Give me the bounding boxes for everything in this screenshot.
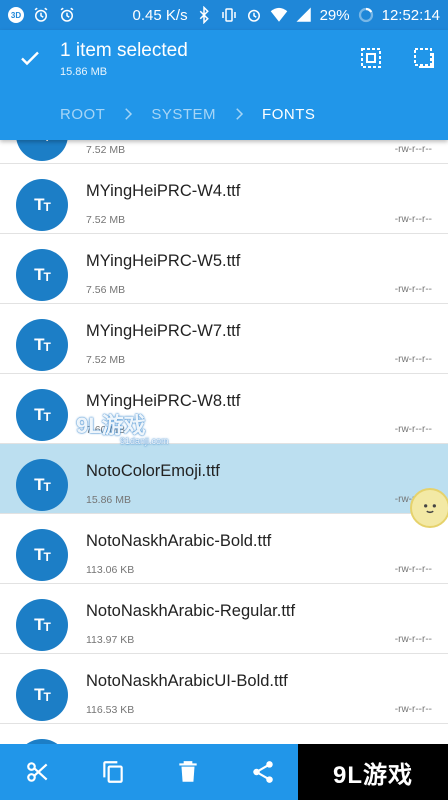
file-list: TT 7.52 MB -rw-r--r-- TT MYingHeiPRC-W4.… xyxy=(0,94,448,794)
select-all-button[interactable] xyxy=(357,44,385,72)
delete-button[interactable] xyxy=(150,744,225,800)
file-name: NotoNaskhArabic-Regular.ttf xyxy=(86,602,296,620)
file-row[interactable]: TT MYingHeiPRC-W5.ttf 7.56 MB -rw-r--r-- xyxy=(0,234,448,304)
watermark-site: 91danji.com xyxy=(120,436,169,446)
file-size: 116.53 KB xyxy=(86,704,135,716)
cut-button[interactable] xyxy=(0,744,75,800)
chevron-right-icon xyxy=(224,104,254,124)
file-row[interactable]: TT NotoNaskhArabic-Bold.ttf 113.06 KB -r… xyxy=(0,514,448,584)
3d-badge-icon: 3D xyxy=(8,7,24,23)
bluetooth-icon xyxy=(195,6,213,24)
file-permissions: -rw-r--r-- xyxy=(394,354,432,365)
font-file-icon: TT xyxy=(16,179,68,231)
cut-icon xyxy=(26,762,47,782)
font-file-icon: TT xyxy=(16,669,68,721)
font-file-icon: TT xyxy=(16,389,68,441)
select-all-icon xyxy=(361,48,381,68)
file-row[interactable]: TT MYingHeiPRC-W8.ttf 7.60 MB -rw-r--r-- xyxy=(0,374,448,444)
share-button[interactable] xyxy=(225,744,300,800)
bottom-action-bar: 9L游戏 xyxy=(0,744,448,800)
battery-ring-icon xyxy=(357,6,375,24)
file-permissions: -rw-r--r-- xyxy=(394,144,432,155)
watermark-logo-box: 9L游戏 xyxy=(298,744,448,800)
file-permissions: -rw-r--r-- xyxy=(394,284,432,295)
file-size: 7.52 MB xyxy=(86,144,126,156)
vibrate-icon xyxy=(220,6,238,24)
file-size: 113.97 KB xyxy=(86,634,135,646)
file-name: NotoColorEmoji.ttf xyxy=(86,462,220,480)
file-row[interactable]: TT NotoNaskhArabic-Regular.ttf 113.97 KB… xyxy=(0,584,448,654)
chevron-right-icon xyxy=(113,104,143,124)
breadcrumb-root[interactable]: ROOT xyxy=(60,106,105,123)
file-size: 113.06 KB xyxy=(86,564,135,576)
font-file-icon: TT xyxy=(16,599,68,651)
file-name: NotoNaskhArabic-Bold.ttf xyxy=(86,532,272,550)
share-icon xyxy=(252,761,273,783)
file-row-selected[interactable]: TT NotoColorEmoji.ttf 15.86 MB -rw-r--r-… xyxy=(0,444,448,514)
alarm-icon xyxy=(32,6,50,24)
copy-icon xyxy=(102,761,123,783)
file-permissions: -rw-r--r-- xyxy=(394,214,432,225)
wifi-icon xyxy=(270,6,288,24)
file-permissions: -rw-r--r-- xyxy=(394,424,432,435)
network-speed: 0.45 K/s xyxy=(132,6,188,24)
file-row[interactable]: TT MYingHeiPRC-W7.ttf 7.52 MB -rw-r--r-- xyxy=(0,304,448,374)
selection-action-bar: 1 item selected 15.86 MB ROOT SYSTEM FON… xyxy=(0,30,448,140)
font-file-icon: TT xyxy=(16,249,68,301)
clock: 12:52:14 xyxy=(381,6,440,24)
font-file-icon: TT xyxy=(16,459,68,511)
file-name: MYingHeiPRC-W4.ttf xyxy=(86,182,241,200)
floating-assistant-icon[interactable] xyxy=(410,488,448,528)
file-permissions: -rw-r--r-- xyxy=(394,634,432,645)
delete-icon xyxy=(178,761,197,782)
file-name: MYingHeiPRC-W7.ttf xyxy=(86,322,241,340)
status-bar: 3D 0.45 K/s 29% 12:52:14 xyxy=(0,0,448,30)
file-size: 7.56 MB xyxy=(86,284,126,296)
breadcrumb: ROOT SYSTEM FONTS xyxy=(60,104,315,124)
file-name: NotoNaskhArabicUI-Bold.ttf xyxy=(86,672,288,690)
breadcrumb-system[interactable]: SYSTEM xyxy=(151,106,216,123)
file-size: 15.86 MB xyxy=(86,494,131,506)
breadcrumb-fonts[interactable]: FONTS xyxy=(262,106,315,123)
font-file-icon: TT xyxy=(16,529,68,581)
selection-title: 1 item selected xyxy=(60,40,188,61)
alarm-icon xyxy=(245,6,263,24)
file-permissions: -rw-r--r-- xyxy=(394,564,432,575)
alarm-icon xyxy=(58,6,76,24)
watermark-logo: 9L游戏 91danji.com xyxy=(76,408,169,446)
file-name: MYingHeiPRC-W5.ttf xyxy=(86,252,241,270)
select-inverse-icon xyxy=(414,48,434,68)
copy-button[interactable] xyxy=(75,744,150,800)
watermark-logo-text: 9L游戏 xyxy=(76,413,146,438)
signal-icon xyxy=(295,6,313,24)
watermark-logo-text: 9L游戏 xyxy=(332,761,413,789)
file-row[interactable]: TT NotoNaskhArabicUI-Bold.ttf 116.53 KB … xyxy=(0,654,448,724)
selection-size: 15.86 MB xyxy=(60,66,108,78)
done-check-button[interactable] xyxy=(16,44,44,72)
file-size: 7.52 MB xyxy=(86,354,126,366)
font-file-icon: TT xyxy=(16,319,68,371)
file-permissions: -rw-r--r-- xyxy=(394,704,432,715)
select-inverse-button[interactable] xyxy=(410,44,438,72)
file-size: 7.52 MB xyxy=(86,214,126,226)
battery-percent: 29% xyxy=(319,6,350,24)
file-row[interactable]: TT MYingHeiPRC-W4.ttf 7.52 MB -rw-r--r-- xyxy=(0,164,448,234)
check-icon xyxy=(21,51,39,66)
